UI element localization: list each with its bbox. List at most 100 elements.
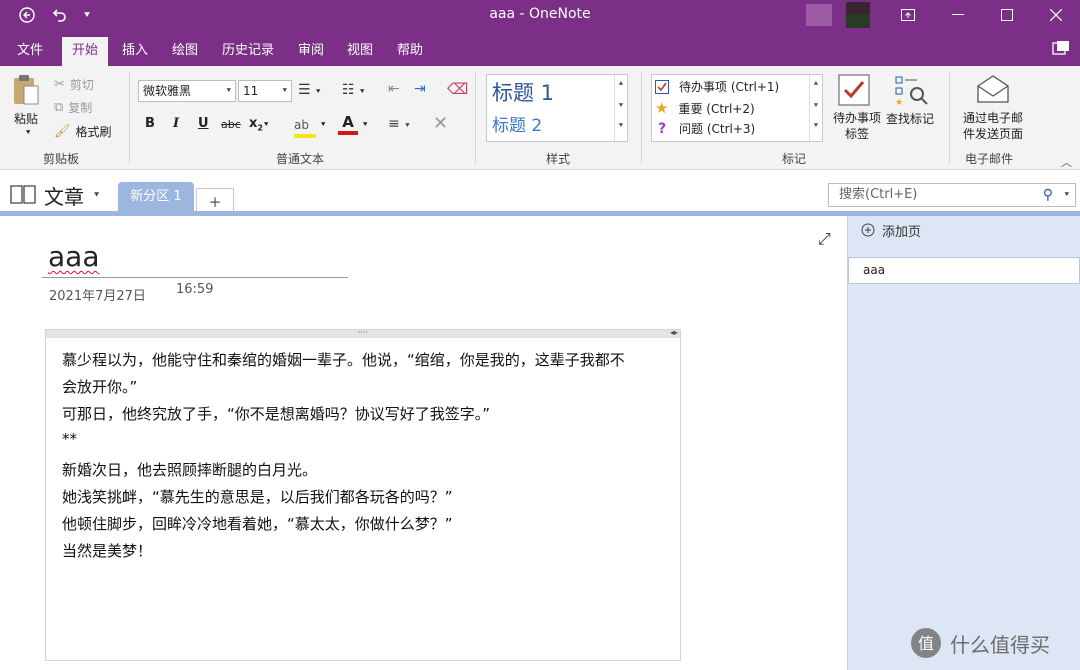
tab-home[interactable]: 开始 xyxy=(62,37,109,66)
add-page-button[interactable]: 添加页 xyxy=(848,216,1080,244)
tab-history[interactable]: 历史记录 xyxy=(220,37,276,66)
page-canvas[interactable]: ⤢ aaa 2021年7月27日 16:59 ···· ◂▸ 慕少程以为，他能守住… xyxy=(0,216,847,670)
todo-tag-icon[interactable] xyxy=(838,74,870,110)
chevron-down-icon: ⯆ xyxy=(225,86,232,95)
increase-indent-icon[interactable]: ⇥ xyxy=(414,81,426,97)
styles-group-label: 样式 xyxy=(546,152,571,166)
section-tab-new-section[interactable]: 新分区 1 xyxy=(118,182,194,212)
page-time: 16:59 xyxy=(176,282,214,297)
share-icon[interactable] xyxy=(1052,40,1070,60)
collapse-ribbon-icon[interactable]: ︿ xyxy=(1061,154,1072,170)
find-tags-button[interactable]: 查找标记 xyxy=(886,110,934,127)
page-list-item[interactable]: aaa xyxy=(848,257,1080,284)
note-drag-handle[interactable]: ···· ◂▸ xyxy=(46,329,680,338)
tab-draw[interactable]: 绘图 xyxy=(170,37,200,66)
clear-formatting-icon[interactable]: ⌫ xyxy=(447,80,468,98)
cut-label: 剪切 xyxy=(69,78,94,92)
ribbon-tabs: 文件 开始 插入 绘图 历史记录 审阅 视图 帮助 xyxy=(0,30,1080,66)
note-line: ** xyxy=(62,430,77,448)
copy-icon: ⧉ xyxy=(54,100,64,115)
chevron-down-icon[interactable]: ⯆ xyxy=(320,120,326,130)
chevron-down-icon[interactable]: ⯆ xyxy=(1064,184,1070,206)
close-icon[interactable] xyxy=(1044,0,1068,30)
highlight-icon[interactable]: ab xyxy=(294,114,316,138)
strikethrough-icon[interactable]: abc xyxy=(221,118,241,131)
notebook-name[interactable]: 文章 xyxy=(44,181,84,210)
page-date: 2021年7月27日 xyxy=(49,289,146,304)
paste-button[interactable]: 粘贴 xyxy=(14,110,38,127)
watermark-text: 什么值得买 xyxy=(950,632,1050,657)
tag-todo[interactable]: 待办事项 (Ctrl+1) xyxy=(655,78,779,95)
tab-insert[interactable]: 插入 xyxy=(120,37,150,66)
add-page-label: 添加页 xyxy=(882,224,922,240)
svg-text:★: ★ xyxy=(895,98,903,106)
tab-help[interactable]: 帮助 xyxy=(395,37,425,66)
ribbon: 粘贴 ⯆ ✂ 剪切 ⧉ 复制 🖌 格式刷 剪贴板 微软雅黑 ⯆ 11 ⯆ ☰ ⯆ ☷… xyxy=(0,66,1080,170)
page-title[interactable]: aaa xyxy=(48,240,99,273)
svg-text:值: 值 xyxy=(918,634,934,653)
delete-icon[interactable]: ✕ xyxy=(433,113,448,134)
bold-icon[interactable]: B xyxy=(145,116,155,131)
styles-scroll[interactable]: ⯅ ⯆ ⯆ xyxy=(614,75,627,141)
tag-todo-label: 待办事项 (Ctrl+1) xyxy=(679,80,780,94)
email-page-button[interactable]: 通过电子邮件发送页面 xyxy=(958,110,1028,142)
format-painter-label: 格式刷 xyxy=(75,125,112,139)
chevron-down-icon: ⯆ xyxy=(281,86,288,95)
bullets-icon[interactable]: ☰ ⯆ xyxy=(298,82,321,98)
chevron-down-icon[interactable]: ⯆ xyxy=(93,191,100,201)
expand-icon[interactable]: ⤢ xyxy=(818,229,831,249)
paste-dropdown-icon[interactable]: ⯆ xyxy=(25,128,31,138)
font-size-value: 11 xyxy=(243,84,259,98)
font-color-icon[interactable]: A xyxy=(338,112,358,135)
pages-panel: 添加页 aaa xyxy=(847,216,1080,670)
tab-view[interactable]: 视图 xyxy=(345,37,375,66)
ribbon-display-options-icon[interactable] xyxy=(896,0,920,30)
email-group-label: 电子邮件 xyxy=(965,152,1014,166)
subscript-icon[interactable]: x2⯆ xyxy=(249,116,269,133)
chevron-down-icon[interactable]: ⯆ xyxy=(362,120,368,130)
tab-review[interactable]: 审阅 xyxy=(296,37,326,66)
search-icon[interactable]: ⚲ xyxy=(1043,184,1053,206)
copy-button[interactable]: ⧉ 复制 xyxy=(54,99,92,116)
align-icon[interactable]: ≡ ⯆ xyxy=(388,116,411,132)
decrease-indent-icon[interactable]: ⇤ xyxy=(388,81,400,97)
user-avatar-blurred[interactable] xyxy=(806,2,870,28)
italic-icon[interactable]: I xyxy=(173,116,179,131)
title-underline xyxy=(42,277,348,278)
note-line: 慕少程以为，他能守住和秦绾的婚姻一辈子。他说，“绾绾，你是我的，这辈子我都不 xyxy=(62,351,625,369)
format-painter-button[interactable]: 🖌 格式刷 xyxy=(54,123,112,140)
style-heading2[interactable]: 标题 2 xyxy=(492,111,542,136)
maximize-icon[interactable] xyxy=(995,0,1019,30)
cut-button[interactable]: ✂ 剪切 xyxy=(54,76,94,93)
font-name-value: 微软雅黑 xyxy=(143,84,192,98)
star-icon: ★ xyxy=(655,99,669,117)
styles-gallery: 标题 1 标题 2 ⯅ ⯆ ⯆ xyxy=(486,74,628,142)
email-icon[interactable] xyxy=(976,74,1010,108)
paintbrush-icon: 🖌 xyxy=(54,124,71,139)
tag-question[interactable]: ? 问题 (Ctrl+3) xyxy=(655,120,755,137)
tag-important[interactable]: ★ 重要 (Ctrl+2) xyxy=(655,99,755,117)
underline-icon[interactable]: U xyxy=(198,116,209,131)
question-icon: ? xyxy=(657,120,667,137)
todo-tag-button[interactable]: 待办事项标签 xyxy=(829,110,885,142)
font-name-combo[interactable]: 微软雅黑 ⯆ xyxy=(138,80,236,102)
note-line: 她浅笑挑衅，“慕先生的意思是，以后我们都各玩各的吗？” xyxy=(62,488,453,506)
plus-circle-icon xyxy=(861,223,875,237)
note-container[interactable]: ···· ◂▸ 慕少程以为，他能守住和秦绾的婚姻一辈子。他说，“绾绾，你是我的，这… xyxy=(45,329,681,661)
font-size-combo[interactable]: 11 ⯆ xyxy=(238,80,292,102)
numbering-icon[interactable]: ☷ ⯆ xyxy=(342,82,365,98)
note-line: 可那日，他终究放了手，“你不是想离婚吗？协议写好了我签字。” xyxy=(62,405,491,423)
minimize-icon[interactable] xyxy=(946,0,970,30)
paste-icon[interactable] xyxy=(12,74,42,112)
search-input[interactable]: 搜索(Ctrl+E) ⚲ ⯆ xyxy=(828,183,1076,207)
find-tags-icon[interactable]: ★ xyxy=(895,74,929,110)
note-line: 当然是美梦！ xyxy=(62,542,153,560)
style-heading1[interactable]: 标题 1 xyxy=(492,77,554,107)
resize-arrows-icon[interactable]: ◂▸ xyxy=(670,329,678,337)
clipboard-group-label: 剪贴板 xyxy=(43,152,80,166)
note-line: 会放开你。” xyxy=(62,378,138,396)
tab-file[interactable]: 文件 xyxy=(15,37,45,66)
separator xyxy=(129,72,130,164)
notebook-icon[interactable] xyxy=(10,184,36,208)
tags-scroll[interactable]: ⯅ ⯆ ⯆ xyxy=(809,75,822,141)
